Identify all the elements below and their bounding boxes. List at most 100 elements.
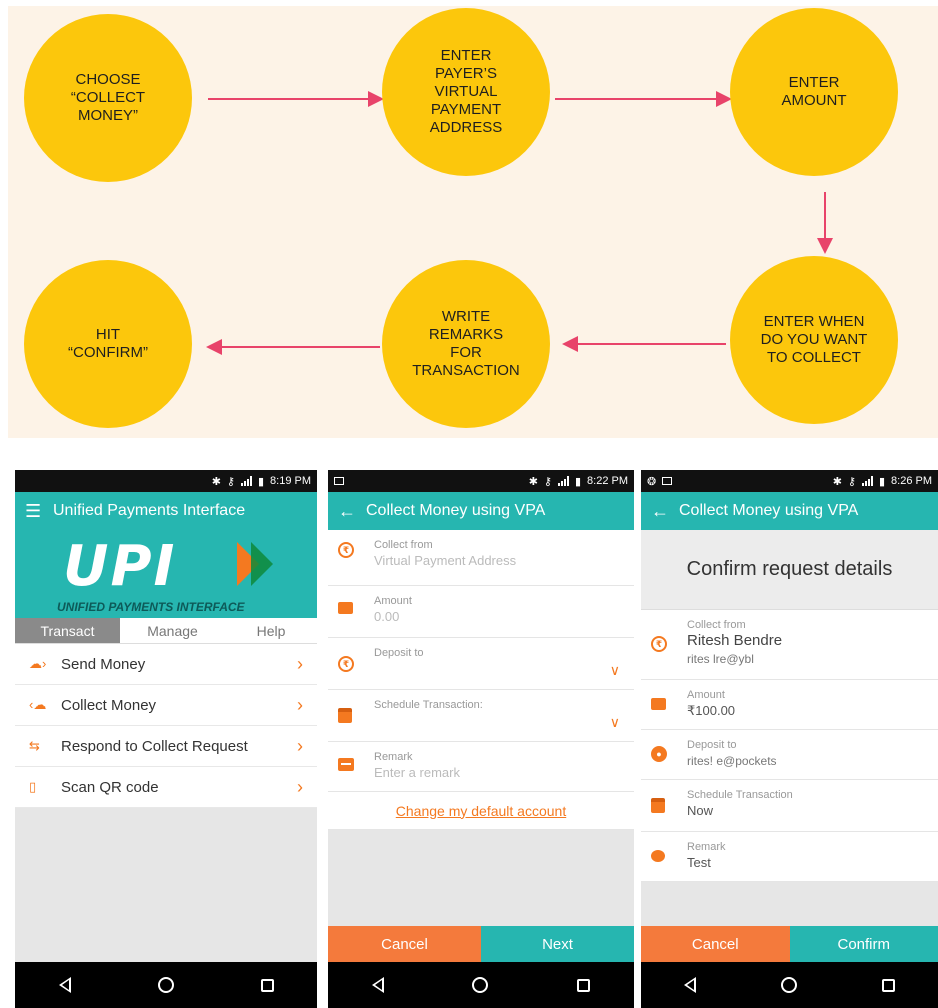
home-icon[interactable] — [780, 977, 797, 993]
tab-help[interactable]: Help — [225, 618, 317, 643]
hamburger-menu-icon[interactable]: ☰ — [25, 501, 53, 522]
chevron-right-icon: › — [297, 653, 303, 674]
menu-item-collect-money[interactable]: ‹☁ Collect Money › — [15, 685, 317, 726]
menu-item-send-money[interactable]: ☁› Send Money › — [15, 644, 317, 685]
flow-step-enter-amount: ENTER AMOUNT — [730, 8, 898, 176]
confirm-heading: Confirm request details — [641, 530, 938, 610]
deposit-account-value: rites! e@pockets — [687, 754, 777, 768]
recents-icon[interactable] — [576, 978, 590, 992]
phone-screen-confirm: ❂ ✱ ⚷ ▮ 8:26 PM ← Collect Money using VP… — [641, 470, 938, 1008]
deposit-to-detail: ● Deposit to rites! e@pockets — [641, 730, 938, 780]
account-icon: ● — [651, 746, 667, 762]
collect-from-field[interactable]: ₹ Collect from Virtual Payment Address — [328, 530, 634, 586]
schedule-field[interactable]: Schedule Transaction: ∨ — [328, 690, 634, 742]
change-default-account-link[interactable]: Change my default account — [328, 792, 634, 830]
phone-screen-collect-form: ✱ ⚷ ▮ 8:22 PM ← Collect Money using VPA … — [328, 470, 634, 1008]
tab-bar: Transact Manage Help — [15, 618, 317, 644]
rupee-icon: ₹ — [338, 542, 354, 558]
recents-icon[interactable] — [260, 978, 274, 992]
transact-menu: ☁› Send Money › ‹☁ Collect Money › ⇆ Res… — [15, 644, 317, 808]
tab-transact[interactable]: Transact — [15, 618, 120, 643]
phone-screen-home: ✱ ⚷ ▮ 8:19 PM ☰ Unified Payments Interfa… — [15, 470, 317, 1008]
key-icon: ⚷ — [226, 475, 235, 488]
tab-manage[interactable]: Manage — [120, 618, 225, 643]
flow-step-write-remarks: WRITE REMARKS FOR TRANSACTION — [382, 260, 550, 428]
app-title: Collect Money using VPA — [679, 502, 859, 519]
field-label: Schedule Transaction — [687, 789, 793, 801]
remark-bubble-icon — [651, 850, 665, 862]
remark-value: Test — [687, 855, 711, 870]
remark-detail: Remark Test — [641, 832, 938, 882]
calendar-icon — [651, 798, 665, 813]
rupee-icon: ₹ — [651, 636, 667, 652]
rupee-icon: ₹ — [338, 656, 354, 672]
back-arrow-icon[interactable]: ← — [651, 501, 679, 522]
send-money-icon: ☁› — [29, 656, 47, 671]
android-nav-bar — [641, 962, 938, 1008]
menu-item-label: Send Money — [61, 655, 146, 673]
key-icon: ⚷ — [543, 475, 552, 488]
upi-banner: UPI UNIFIED PAYMENTS INTERFACE — [15, 530, 317, 618]
status-bar: ❂ ✱ ⚷ ▮ 8:26 PM — [641, 470, 938, 492]
notification-icon — [662, 477, 673, 485]
field-label: Collect from — [687, 619, 746, 631]
field-label: Deposit to — [374, 647, 424, 659]
recents-icon[interactable] — [882, 978, 896, 992]
status-time: 8:22 PM — [587, 475, 628, 487]
app-title: Collect Money using VPA — [366, 502, 546, 519]
android-nav-bar — [15, 962, 317, 1008]
amount-value: ₹100.00 — [687, 703, 736, 718]
status-bar: ✱ ⚷ ▮ 8:19 PM — [15, 470, 317, 492]
upi-logo: UPI — [63, 534, 177, 599]
chevron-right-icon: › — [297, 735, 303, 756]
notification-icon — [334, 477, 344, 485]
app-bar: ← Collect Money using VPA — [328, 492, 634, 530]
back-icon[interactable] — [372, 977, 385, 993]
flow-step-enter-when: ENTER WHEN DO YOU WANT TO COLLECT — [730, 256, 898, 424]
status-time: 8:19 PM — [270, 475, 311, 487]
flow-diagram: CHOOSE “COLLECT MONEY” ENTER PAYER’S VIR… — [8, 6, 938, 438]
vpa-input[interactable]: Virtual Payment Address — [374, 552, 624, 570]
status-time: 8:26 PM — [891, 475, 932, 487]
flow-step-enter-vpa: ENTER PAYER’S VIRTUAL PAYMENT ADDRESS — [382, 8, 550, 176]
flow-step-hit-confirm: HIT “CONFIRM” — [24, 260, 192, 428]
upi-logo-arrow-green — [251, 542, 273, 586]
home-icon[interactable] — [472, 977, 489, 993]
field-label: Schedule Transaction: — [374, 699, 483, 711]
menu-item-scan-qr[interactable]: ▯ Scan QR code › — [15, 767, 317, 808]
remark-input[interactable]: Enter a remark — [374, 764, 624, 782]
remark-icon — [338, 758, 354, 771]
confirm-button[interactable]: Confirm — [789, 926, 938, 962]
android-nav-bar — [328, 962, 634, 1008]
menu-item-respond-request[interactable]: ⇆ Respond to Collect Request › — [15, 726, 317, 767]
menu-item-label: Collect Money — [61, 696, 157, 714]
amount-input[interactable]: 0.00 — [374, 608, 624, 626]
app-title: Unified Payments Interface — [53, 502, 246, 519]
back-icon[interactable] — [683, 977, 696, 993]
action-bar: Cancel Next — [328, 926, 634, 962]
signal-icon — [861, 476, 873, 486]
chevron-down-icon[interactable]: ∨ — [610, 662, 620, 679]
app-notification-icon: ❂ — [647, 475, 657, 488]
collect-money-icon: ‹☁ — [29, 697, 47, 712]
cancel-button[interactable]: Cancel — [641, 926, 790, 962]
deposit-to-field[interactable]: ₹ Deposit to ∨ — [328, 638, 634, 690]
amount-field[interactable]: Amount 0.00 — [328, 586, 634, 638]
next-button[interactable]: Next — [481, 926, 634, 962]
bluetooth-icon: ✱ — [832, 475, 842, 488]
action-bar: Cancel Confirm — [641, 926, 938, 962]
bluetooth-icon: ✱ — [528, 475, 538, 488]
schedule-detail: Schedule Transaction Now — [641, 780, 938, 832]
home-icon[interactable] — [157, 977, 174, 993]
remark-field[interactable]: Remark Enter a remark — [328, 742, 634, 792]
cancel-button[interactable]: Cancel — [328, 926, 481, 962]
key-icon: ⚷ — [847, 475, 856, 488]
chevron-down-icon[interactable]: ∨ — [610, 714, 620, 731]
back-icon[interactable] — [58, 977, 71, 993]
upi-logo-subtitle: UNIFIED PAYMENTS INTERFACE — [57, 600, 245, 614]
field-label: Remark — [687, 841, 726, 853]
payer-vpa: rites lre@ybl — [687, 652, 754, 666]
field-label: Deposit to — [687, 739, 737, 751]
back-arrow-icon[interactable]: ← — [338, 501, 366, 522]
amount-icon — [651, 698, 666, 710]
